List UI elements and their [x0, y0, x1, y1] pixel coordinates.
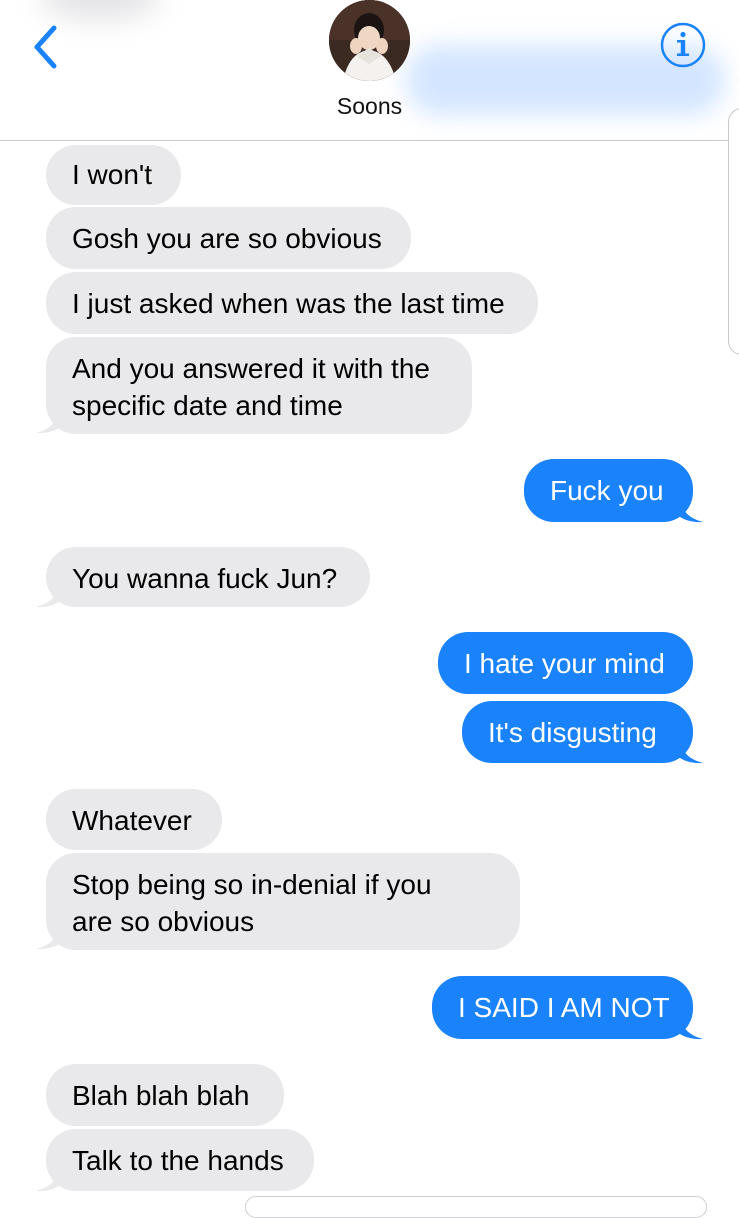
partial-message-bubble[interactable] — [245, 1196, 707, 1218]
message-text: It's disgusting — [488, 717, 657, 748]
message-text: I just asked when was the last time — [72, 288, 505, 319]
back-button[interactable] — [24, 20, 74, 74]
message-bubble-incoming[interactable]: I just asked when was the last time — [46, 272, 538, 334]
message-text: I won't — [72, 159, 153, 190]
message-bubble-incoming[interactable]: Stop being so in-denial if you are so ob… — [46, 853, 520, 950]
message-text: Blah blah blah — [72, 1080, 250, 1111]
bubble-tail — [675, 501, 703, 523]
message-text: Talk to the hands — [72, 1145, 284, 1176]
message-text: Gosh you are so obvious — [72, 223, 382, 254]
message-text: Whatever — [72, 805, 192, 836]
message-text-line: And you answered it with the — [72, 353, 430, 384]
message-text: I hate your mind — [464, 648, 665, 679]
message-bubble-incoming[interactable]: I won't — [46, 145, 181, 205]
message-bubble-outgoing[interactable]: It's disgusting — [462, 701, 693, 763]
message-bubble-outgoing[interactable]: I SAID I AM NOT — [432, 976, 693, 1039]
bubble-tail — [36, 586, 64, 608]
message-bubble-incoming[interactable]: Blah blah blah — [46, 1064, 284, 1126]
bubble-tail — [675, 742, 703, 764]
message-text-line: specific date and time — [72, 390, 343, 421]
message-bubble-incoming[interactable]: Whatever — [46, 789, 222, 850]
message-text: You wanna fuck Jun? — [72, 563, 338, 594]
message-text: I SAID I AM NOT — [458, 992, 670, 1023]
message-bubble-incoming[interactable]: Talk to the hands — [46, 1129, 314, 1191]
bubble-tail — [36, 1170, 64, 1192]
message-text-line: are so obvious — [72, 906, 255, 937]
message-text: Fuck you — [550, 475, 664, 506]
scroll-indicator[interactable] — [728, 108, 739, 355]
message-text-line: Stop being so in-denial if you — [72, 869, 432, 900]
conversation-header: Soons — [0, 0, 739, 141]
message-bubble-outgoing[interactable]: I hate your mind — [438, 632, 693, 694]
message-bubble-incoming[interactable]: You wanna fuck Jun? — [46, 547, 370, 607]
info-button[interactable] — [658, 20, 708, 70]
message-bubble-outgoing[interactable]: Fuck you — [524, 459, 693, 522]
contact-name[interactable]: Soons — [0, 93, 739, 120]
chevron-left-icon — [34, 25, 57, 69]
bubble-tail — [36, 928, 64, 950]
message-bubble-incoming[interactable]: And you answered it with the specific da… — [46, 337, 472, 434]
info-circle-icon — [660, 22, 706, 68]
bubble-tail — [675, 1018, 703, 1040]
blurred-region — [40, 0, 160, 20]
bubble-tail — [36, 412, 64, 434]
avatar[interactable] — [329, 0, 410, 81]
message-bubble-incoming[interactable]: Gosh you are so obvious — [46, 207, 411, 269]
